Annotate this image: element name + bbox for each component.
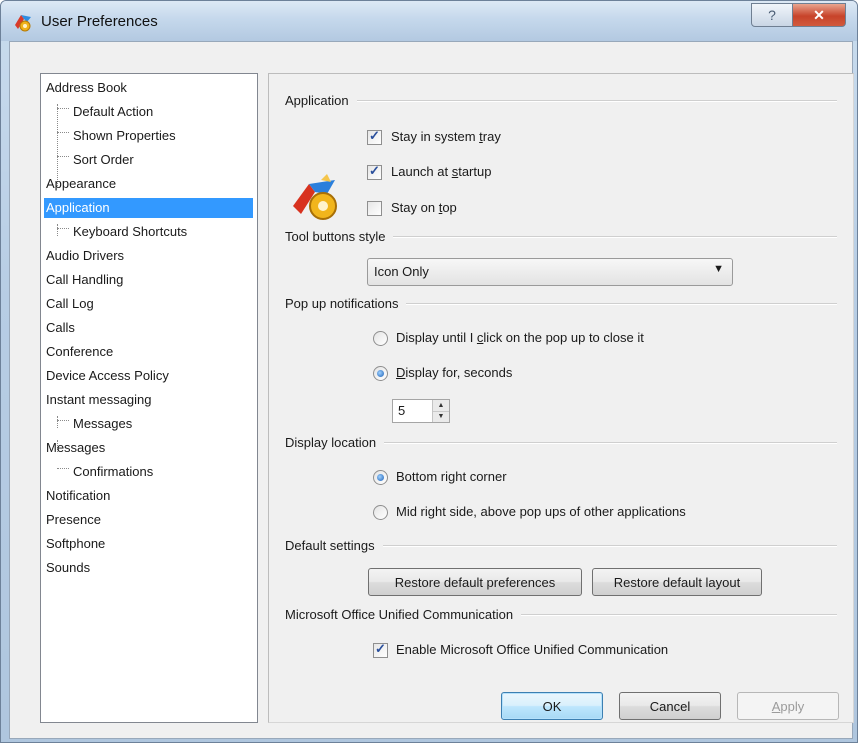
group-title-tool-buttons: Tool buttons style	[285, 229, 394, 244]
tree-connector	[57, 108, 69, 109]
tree-item-audio-drivers[interactable]: Audio Drivers	[44, 246, 126, 266]
apply-button[interactable]: Apply	[737, 692, 839, 720]
tree-item-appearance[interactable]: Appearance	[44, 174, 118, 194]
ok-button[interactable]: OK	[501, 692, 603, 720]
popup-until-click-label[interactable]: Display until I click on the pop up to c…	[396, 330, 644, 345]
tool-buttons-style-dropdown[interactable]: Icon Only ▼	[367, 258, 733, 286]
cancel-button[interactable]: Cancel	[619, 692, 721, 720]
tree-item-call-handling[interactable]: Call Handling	[44, 270, 125, 290]
tree-item-device-access-policy[interactable]: Device Access Policy	[44, 366, 171, 386]
title-bar[interactable]: User Preferences ? ✕	[1, 1, 857, 41]
tree-item-address-book[interactable]: Address Book	[44, 78, 129, 98]
dropdown-arrow-icon: ▼	[713, 263, 724, 275]
tree-item-softphone[interactable]: Softphone	[44, 534, 107, 554]
tree-item-confirmations[interactable]: Confirmations	[71, 462, 155, 482]
group-separator	[285, 100, 837, 102]
settings-panel: Application Stay in system tray Launch a…	[268, 73, 854, 723]
application-graphic-icon	[293, 174, 337, 220]
tree-item-sort-order[interactable]: Sort Order	[71, 150, 136, 170]
app-icon	[15, 15, 31, 32]
tree-item-default-action[interactable]: Default Action	[71, 102, 155, 122]
group-title-office: Microsoft Office Unified Communication	[285, 607, 522, 622]
stay-in-tray-label[interactable]: Stay in system tray	[391, 129, 501, 144]
tree-item-notification[interactable]: Notification	[44, 486, 112, 506]
tree-connector	[57, 416, 58, 428]
tree-item-keyboard-shortcuts[interactable]: Keyboard Shortcuts	[71, 222, 189, 242]
popup-until-click-radio[interactable]	[373, 331, 388, 346]
window-title: User Preferences	[41, 13, 158, 30]
location-mid-right-radio[interactable]	[373, 505, 388, 520]
close-icon: ✕	[813, 6, 825, 23]
tree-item-application[interactable]: Application	[44, 198, 253, 218]
stay-on-top-label[interactable]: Stay on top	[391, 200, 457, 215]
tree-connector	[57, 224, 58, 236]
tree-item-calls[interactable]: Calls	[44, 318, 77, 338]
restore-default-layout-button[interactable]: Restore default layout	[592, 568, 762, 596]
help-button[interactable]: ?	[751, 3, 793, 27]
spinner-buttons: ▲ ▼	[432, 400, 449, 422]
tree-item-sounds[interactable]: Sounds	[44, 558, 92, 578]
stay-on-top-checkbox[interactable]	[367, 201, 382, 216]
enable-office-uc-label[interactable]: Enable Microsoft Office Unified Communic…	[396, 642, 668, 657]
location-bottom-right-label[interactable]: Bottom right corner	[396, 469, 507, 484]
group-title-display-location: Display location	[285, 435, 385, 450]
apply-label: pply	[780, 698, 805, 714]
seconds-spinner[interactable]: 5 ▲ ▼	[392, 399, 450, 423]
tree-connector	[57, 468, 69, 469]
tree-item-instant-messaging[interactable]: Instant messaging	[44, 390, 154, 410]
tree-connector	[57, 156, 69, 157]
popup-for-seconds-radio[interactable]	[373, 366, 388, 381]
preferences-window: User Preferences ? ✕ Address Book Defaul…	[0, 0, 858, 743]
tree-item-messages[interactable]: Messages	[44, 438, 107, 458]
launch-at-startup-checkbox[interactable]	[367, 163, 382, 180]
popup-for-seconds-label[interactable]: Display for, seconds	[396, 365, 512, 380]
tree-connector	[57, 132, 69, 133]
tree-item-shown-properties[interactable]: Shown Properties	[71, 126, 178, 146]
tool-buttons-style-value: Icon Only	[374, 264, 429, 279]
enable-office-uc-checkbox[interactable]	[373, 641, 388, 658]
tree-connector	[57, 228, 69, 229]
tree-connector	[57, 420, 69, 421]
apply-mnemonic: A	[771, 698, 781, 714]
tree-item-presence[interactable]: Presence	[44, 510, 103, 530]
dialog-client-area: Address Book Default Action Shown Proper…	[9, 41, 854, 739]
close-button[interactable]: ✕	[792, 3, 846, 27]
category-tree[interactable]: Address Book Default Action Shown Proper…	[40, 73, 258, 723]
stay-in-tray-checkbox[interactable]	[367, 128, 382, 145]
group-title-default-settings: Default settings	[285, 538, 383, 553]
restore-default-preferences-button[interactable]: Restore default preferences	[368, 568, 582, 596]
location-mid-right-label[interactable]: Mid right side, above pop ups of other a…	[396, 504, 686, 519]
group-title-application: Application	[285, 93, 357, 108]
tree-item-conference[interactable]: Conference	[44, 342, 115, 362]
location-bottom-right-radio[interactable]	[373, 470, 388, 485]
spin-down-icon[interactable]: ▼	[433, 411, 449, 422]
launch-at-startup-label[interactable]: Launch at startup	[391, 164, 491, 179]
seconds-value[interactable]: 5	[398, 403, 405, 418]
group-title-popup: Pop up notifications	[285, 296, 407, 311]
tree-item-im-messages[interactable]: Messages	[71, 414, 134, 434]
help-icon: ?	[768, 7, 776, 23]
tree-item-call-log[interactable]: Call Log	[44, 294, 96, 314]
